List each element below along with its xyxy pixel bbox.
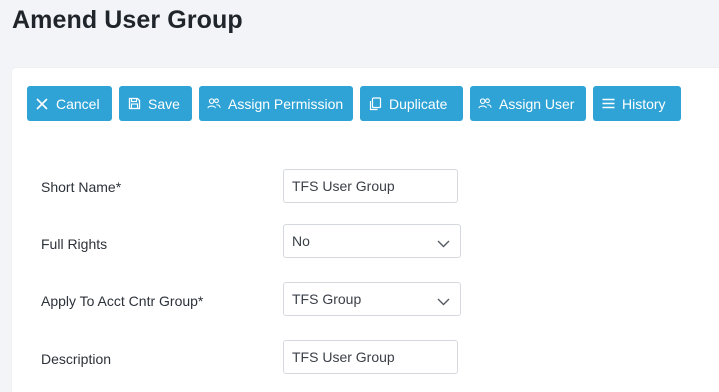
assign-permission-button-label: Assign Permission bbox=[228, 95, 344, 112]
users-icon bbox=[207, 97, 221, 111]
chevron-down-icon bbox=[437, 293, 450, 309]
full-rights-select[interactable]: No bbox=[283, 224, 461, 258]
short-name-value: TFS User Group bbox=[292, 178, 395, 194]
page-title: Amend User Group bbox=[12, 6, 243, 34]
short-name-label: Short Name* bbox=[41, 179, 122, 195]
apply-to-acct-cntr-group-label: Apply To Acct Cntr Group* bbox=[41, 293, 204, 309]
full-rights-value: No bbox=[292, 233, 310, 249]
apply-to-acct-cntr-group-value: TFS Group bbox=[292, 291, 362, 307]
full-rights-label: Full Rights bbox=[41, 236, 108, 252]
description-value: TFS User Group bbox=[292, 349, 395, 365]
assign-permission-button[interactable]: Assign Permission bbox=[199, 86, 353, 121]
users-icon bbox=[478, 97, 492, 111]
history-button[interactable]: History bbox=[593, 86, 681, 121]
save-button[interactable]: Save bbox=[119, 86, 192, 121]
form-panel: Cancel Save Assign Permission Duplicate … bbox=[12, 68, 719, 392]
duplicate-button-label: Duplicate bbox=[389, 95, 448, 112]
close-icon bbox=[35, 97, 49, 111]
menu-lines-icon bbox=[601, 97, 615, 111]
cancel-button[interactable]: Cancel bbox=[27, 86, 112, 121]
chevron-down-icon bbox=[437, 235, 450, 251]
history-button-label: History bbox=[622, 95, 666, 112]
assign-user-button-label: Assign User bbox=[499, 95, 575, 112]
copy-icon bbox=[368, 96, 382, 111]
save-icon bbox=[127, 97, 141, 111]
description-label: Description bbox=[41, 351, 112, 367]
cancel-button-label: Cancel bbox=[56, 95, 100, 112]
description-input[interactable]: TFS User Group bbox=[283, 340, 458, 374]
short-name-input[interactable]: TFS User Group bbox=[283, 169, 458, 203]
assign-user-button[interactable]: Assign User bbox=[470, 86, 586, 121]
apply-to-acct-cntr-group-select[interactable]: TFS Group bbox=[283, 282, 461, 316]
duplicate-button[interactable]: Duplicate bbox=[360, 86, 463, 121]
save-button-label: Save bbox=[148, 95, 180, 112]
